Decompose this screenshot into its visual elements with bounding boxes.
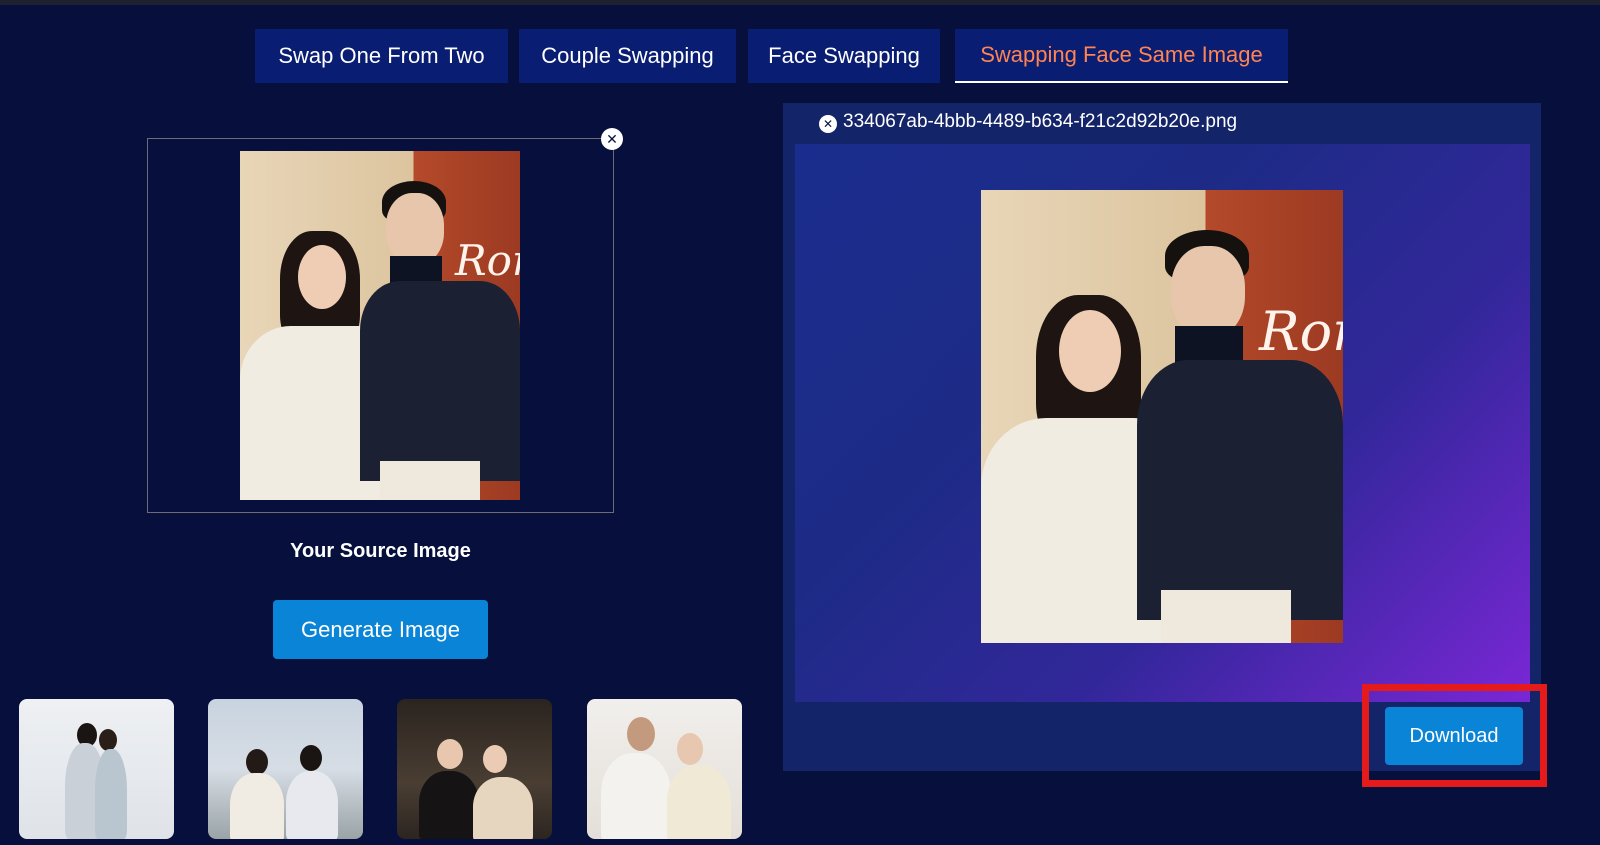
result-image: Rom bbox=[981, 190, 1343, 643]
download-label: Download bbox=[1409, 724, 1499, 747]
source-image-label: Your Source Image bbox=[290, 540, 471, 562]
result-file-name: 334067ab-4bbb-4489-b634-f21c2d92b20e.png bbox=[843, 111, 1238, 132]
generate-image-button[interactable]: Generate Image bbox=[273, 600, 488, 659]
tab-label: Swapping Face Same Image bbox=[980, 42, 1263, 67]
remove-source-image-icon[interactable]: ✕ bbox=[601, 128, 623, 150]
download-button[interactable]: Download bbox=[1385, 707, 1523, 765]
tab-label: Couple Swapping bbox=[541, 43, 714, 68]
remove-result-file-icon[interactable]: ✕ bbox=[819, 115, 837, 133]
sample-thumbnail-1[interactable] bbox=[19, 699, 174, 839]
tab-label: Swap One From Two bbox=[278, 43, 485, 68]
tab-swap-one-from-two[interactable]: Swap One From Two bbox=[255, 29, 508, 83]
tab-couple-swapping[interactable]: Couple Swapping bbox=[519, 29, 736, 83]
source-image: Rom bbox=[240, 151, 520, 500]
generate-image-label: Generate Image bbox=[301, 616, 460, 642]
tab-label: Face Swapping bbox=[768, 43, 920, 68]
tab-face-swapping[interactable]: Face Swapping bbox=[748, 29, 940, 83]
sample-thumbnail-2[interactable] bbox=[208, 699, 363, 839]
tab-swapping-face-same-image[interactable]: Swapping Face Same Image bbox=[955, 29, 1288, 83]
window-top-strip bbox=[0, 0, 1600, 5]
sample-thumbnail-3[interactable] bbox=[397, 699, 552, 839]
sample-thumbnail-4[interactable] bbox=[587, 699, 742, 839]
